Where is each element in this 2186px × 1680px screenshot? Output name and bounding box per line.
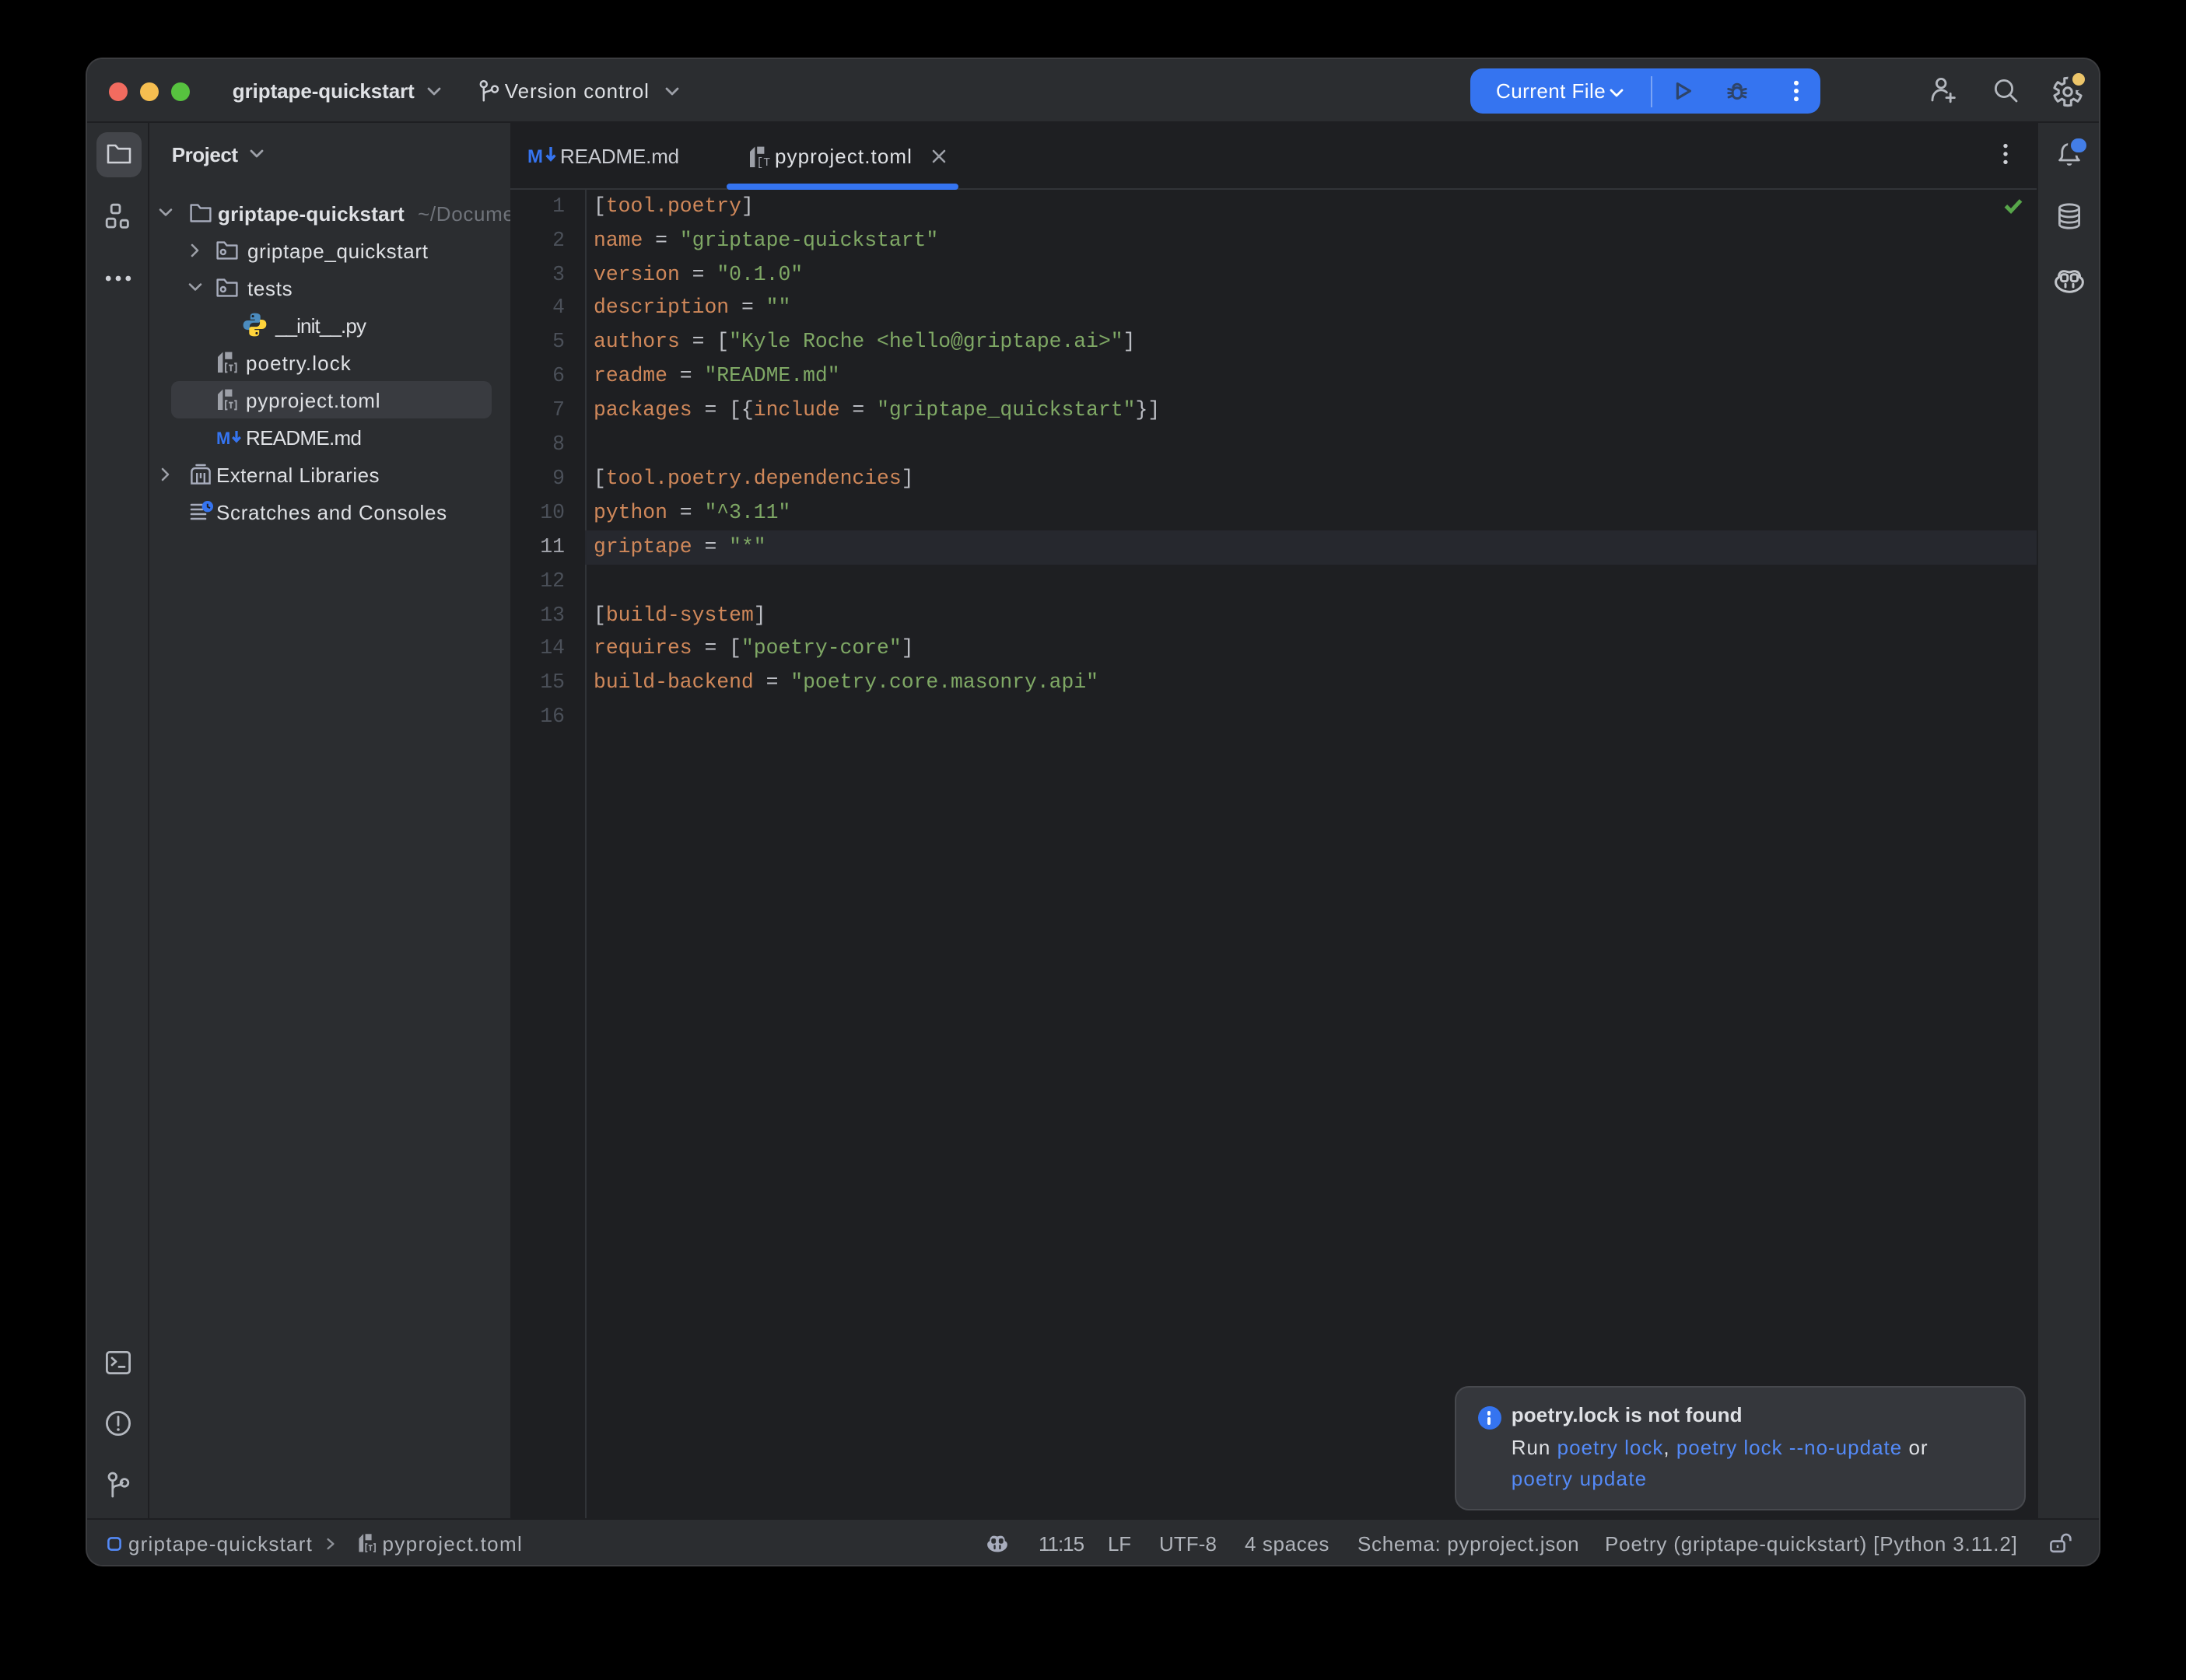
svg-text:M: M: [527, 146, 543, 167]
svg-text:[T]: [T]: [755, 156, 771, 169]
svg-text:M: M: [215, 428, 229, 447]
